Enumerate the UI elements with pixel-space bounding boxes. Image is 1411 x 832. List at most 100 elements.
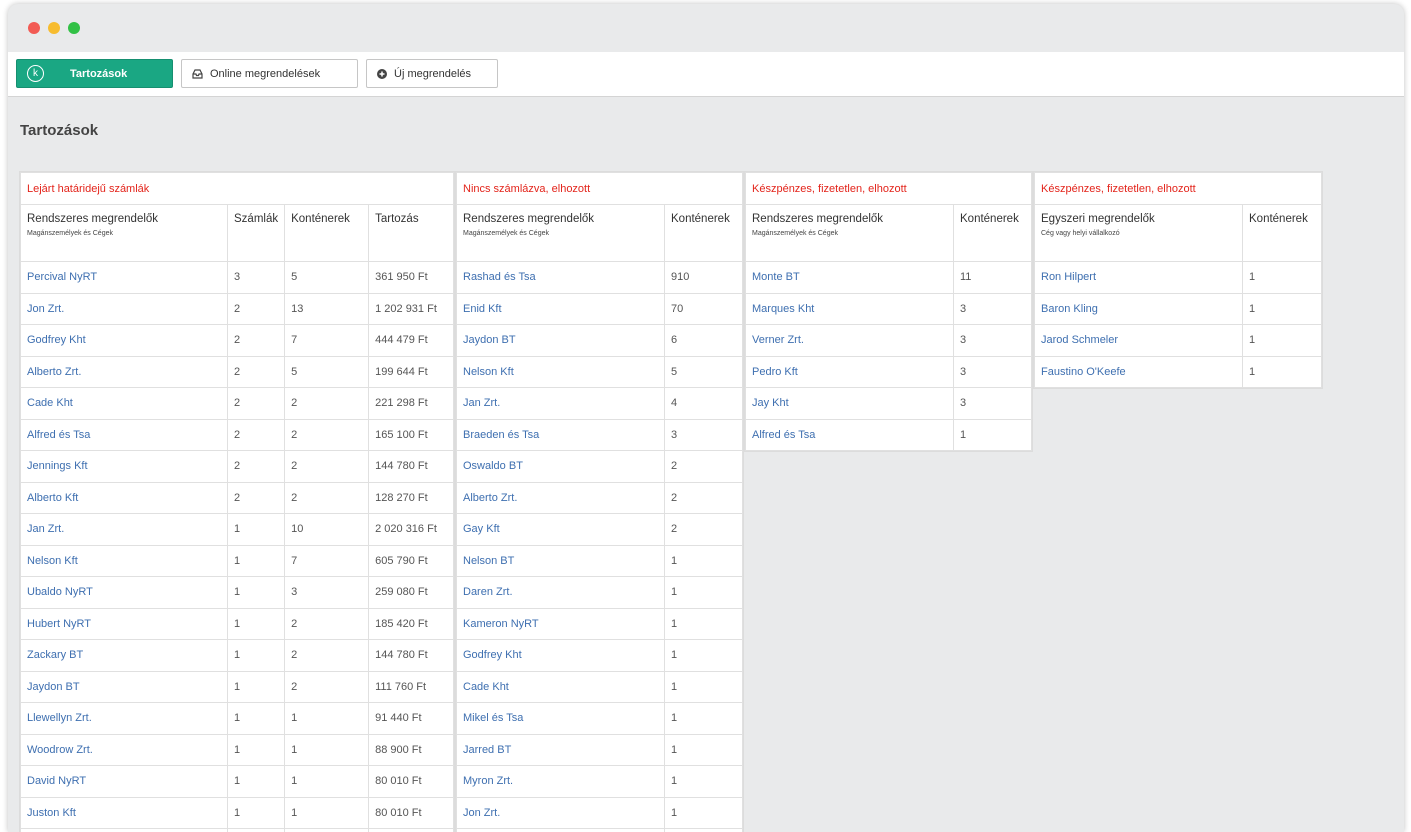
table-cell: 13 bbox=[284, 292, 370, 325]
customer-link[interactable]: Braeden és Tsa bbox=[456, 418, 665, 451]
customer-link[interactable]: Faustino O'Keefe bbox=[1034, 355, 1243, 388]
customer-link[interactable]: Baron Kling bbox=[1034, 292, 1243, 325]
table-row: Nelson Kft 1 7 605 790 Ft bbox=[20, 544, 454, 577]
table-row: Faustino O'Keefe 1 bbox=[1034, 355, 1322, 388]
table-row: Woodrow Zrt. 1 1 88 900 Ft bbox=[20, 733, 454, 766]
customer-link[interactable]: Jon Zrt. bbox=[20, 292, 228, 325]
customer-link[interactable]: Alfred és Tsa bbox=[20, 418, 228, 451]
customer-link[interactable]: Woodrow Zrt. bbox=[20, 733, 228, 766]
customer-link[interactable]: Kameron NyRT bbox=[456, 607, 665, 640]
table-row: Percival NyRT 3 5 361 950 Ft bbox=[20, 261, 454, 294]
table-cell: 1 bbox=[284, 828, 370, 832]
table-cell: 88 900 Ft bbox=[368, 733, 454, 766]
table-cell: 1 bbox=[664, 733, 743, 766]
customer-link[interactable]: Cade Kht bbox=[20, 387, 228, 420]
customer-link[interactable]: Cade Kht bbox=[456, 670, 665, 703]
customer-link[interactable]: Juston Kft bbox=[20, 796, 228, 829]
customer-link[interactable]: Gay Kft bbox=[456, 513, 665, 546]
customer-link[interactable]: Pedro Kft bbox=[745, 355, 954, 388]
customer-link[interactable]: Myron Zrt. bbox=[456, 765, 665, 798]
table-cell: 11 bbox=[953, 261, 1032, 294]
customer-link[interactable]: Oswaldo BT bbox=[456, 450, 665, 483]
table-cell: 2 bbox=[284, 481, 370, 514]
table-cell: 111 760 Ft bbox=[368, 670, 454, 703]
table-cell: 1 bbox=[226, 576, 286, 609]
customer-link[interactable]: Daren Zrt. bbox=[456, 576, 665, 609]
tartozasok-button[interactable]: k Tartozások bbox=[16, 59, 173, 88]
table-cell: 2 bbox=[226, 355, 286, 388]
column-header: Számlák bbox=[226, 204, 286, 262]
table-row: Alberto Zrt. 2 bbox=[456, 481, 743, 514]
table-row: Braeden és Tsa 3 bbox=[456, 418, 743, 451]
table-cell: 7 bbox=[284, 544, 370, 577]
customer-link[interactable]: Hubert NyRT bbox=[456, 828, 665, 832]
customer-link[interactable]: Nelson Kft bbox=[20, 544, 228, 577]
table-cell: 2 bbox=[284, 639, 370, 672]
customer-link[interactable]: Alberto Zrt. bbox=[20, 355, 228, 388]
table-row: Mikel és Tsa 1 bbox=[456, 702, 743, 735]
table-cell: 910 bbox=[664, 261, 743, 294]
table-cell: 5 bbox=[664, 355, 743, 388]
customer-link[interactable]: Jennings Kft bbox=[20, 450, 228, 483]
customer-link[interactable]: Ron Hilpert bbox=[1034, 261, 1243, 294]
customer-link[interactable]: David NyRT bbox=[20, 765, 228, 798]
customer-link[interactable]: Godfrey Kht bbox=[20, 324, 228, 357]
customer-link[interactable]: Jarred BT bbox=[456, 733, 665, 766]
table-cell: 2 bbox=[284, 670, 370, 703]
table-row: Hubert NyRT1 bbox=[456, 828, 743, 832]
customer-link[interactable]: Nelson Kft bbox=[456, 355, 665, 388]
customer-link[interactable]: Candelario Zrt. bbox=[20, 828, 228, 832]
not-invoiced-panel: Nincs számlázva, elhozott Rendszeres meg… bbox=[455, 171, 744, 832]
panel-title: Készpénzes, fizetetlen, elhozott bbox=[1034, 172, 1322, 205]
minimize-window-button[interactable] bbox=[48, 22, 60, 34]
table-cell: 1 bbox=[226, 544, 286, 577]
customer-link[interactable]: Jay Kht bbox=[745, 387, 954, 420]
customer-link[interactable]: Marques Kht bbox=[745, 292, 954, 325]
customer-link[interactable]: Alberto Zrt. bbox=[456, 481, 665, 514]
table-cell: 1 bbox=[664, 639, 743, 672]
table-row: Alfred és Tsa 1 bbox=[745, 418, 1032, 451]
customer-link[interactable]: Ubaldo NyRT bbox=[20, 576, 228, 609]
column-subheader: Magánszemélyek és Cégek bbox=[752, 230, 838, 237]
customer-link[interactable]: Nelson BT bbox=[456, 544, 665, 577]
table-cell: 3 bbox=[953, 324, 1032, 357]
online-orders-button[interactable]: Online megrendelések bbox=[181, 59, 358, 88]
table-row: Jaydon BT 1 2 111 760 Ft bbox=[20, 670, 454, 703]
customer-link[interactable]: Godfrey Kht bbox=[456, 639, 665, 672]
customer-link[interactable]: Jan Zrt. bbox=[20, 513, 228, 546]
customer-link[interactable]: Alberto Kft bbox=[20, 481, 228, 514]
table-row: Jan Zrt. 1 10 2 020 316 Ft bbox=[20, 513, 454, 546]
close-window-button[interactable] bbox=[28, 22, 40, 34]
table-cell: 1 bbox=[664, 670, 743, 703]
customer-link[interactable]: Jaydon BT bbox=[456, 324, 665, 357]
customer-link[interactable]: Monte BT bbox=[745, 261, 954, 294]
table-cell: 1 bbox=[226, 765, 286, 798]
table-cell: 1 bbox=[664, 828, 743, 832]
customer-link[interactable]: Jarod Schmeler bbox=[1034, 324, 1243, 357]
customer-link[interactable]: Rashad és Tsa bbox=[456, 261, 665, 294]
panel-title: Lejárt határidejű számlák bbox=[20, 172, 454, 205]
table-cell: 1 bbox=[664, 576, 743, 609]
customer-link[interactable]: Verner Zrt. bbox=[745, 324, 954, 357]
customer-link[interactable]: Jan Zrt. bbox=[456, 387, 665, 420]
table-row: Hubert NyRT 1 2 185 420 Ft bbox=[20, 607, 454, 640]
customer-link[interactable]: Percival NyRT bbox=[20, 261, 228, 294]
customer-link[interactable]: Llewellyn Zrt. bbox=[20, 702, 228, 735]
table-cell: 1 bbox=[1242, 261, 1322, 294]
table-row: Zackary BT 1 2 144 780 Ft bbox=[20, 639, 454, 672]
maximize-window-button[interactable] bbox=[68, 22, 80, 34]
customer-link[interactable]: Jaydon BT bbox=[20, 670, 228, 703]
customer-link[interactable]: Mikel és Tsa bbox=[456, 702, 665, 735]
customer-link[interactable]: Jon Zrt. bbox=[456, 796, 665, 829]
column-header: Egyszeri megrendelők Cég vagy helyi válla… bbox=[1034, 204, 1243, 262]
column-header: Konténerek bbox=[1242, 204, 1322, 262]
new-order-button[interactable]: Új megrendelés bbox=[366, 59, 498, 88]
customer-link[interactable]: Enid Kft bbox=[456, 292, 665, 325]
customer-link[interactable]: Hubert NyRT bbox=[20, 607, 228, 640]
table-cell: 165 100 Ft bbox=[368, 418, 454, 451]
table-cell: 1 bbox=[284, 702, 370, 735]
customer-link[interactable]: Alfred és Tsa bbox=[745, 418, 954, 451]
customer-link[interactable]: Zackary BT bbox=[20, 639, 228, 672]
table-cell: 2 bbox=[664, 450, 743, 483]
page-title: Tartozások bbox=[20, 122, 99, 139]
